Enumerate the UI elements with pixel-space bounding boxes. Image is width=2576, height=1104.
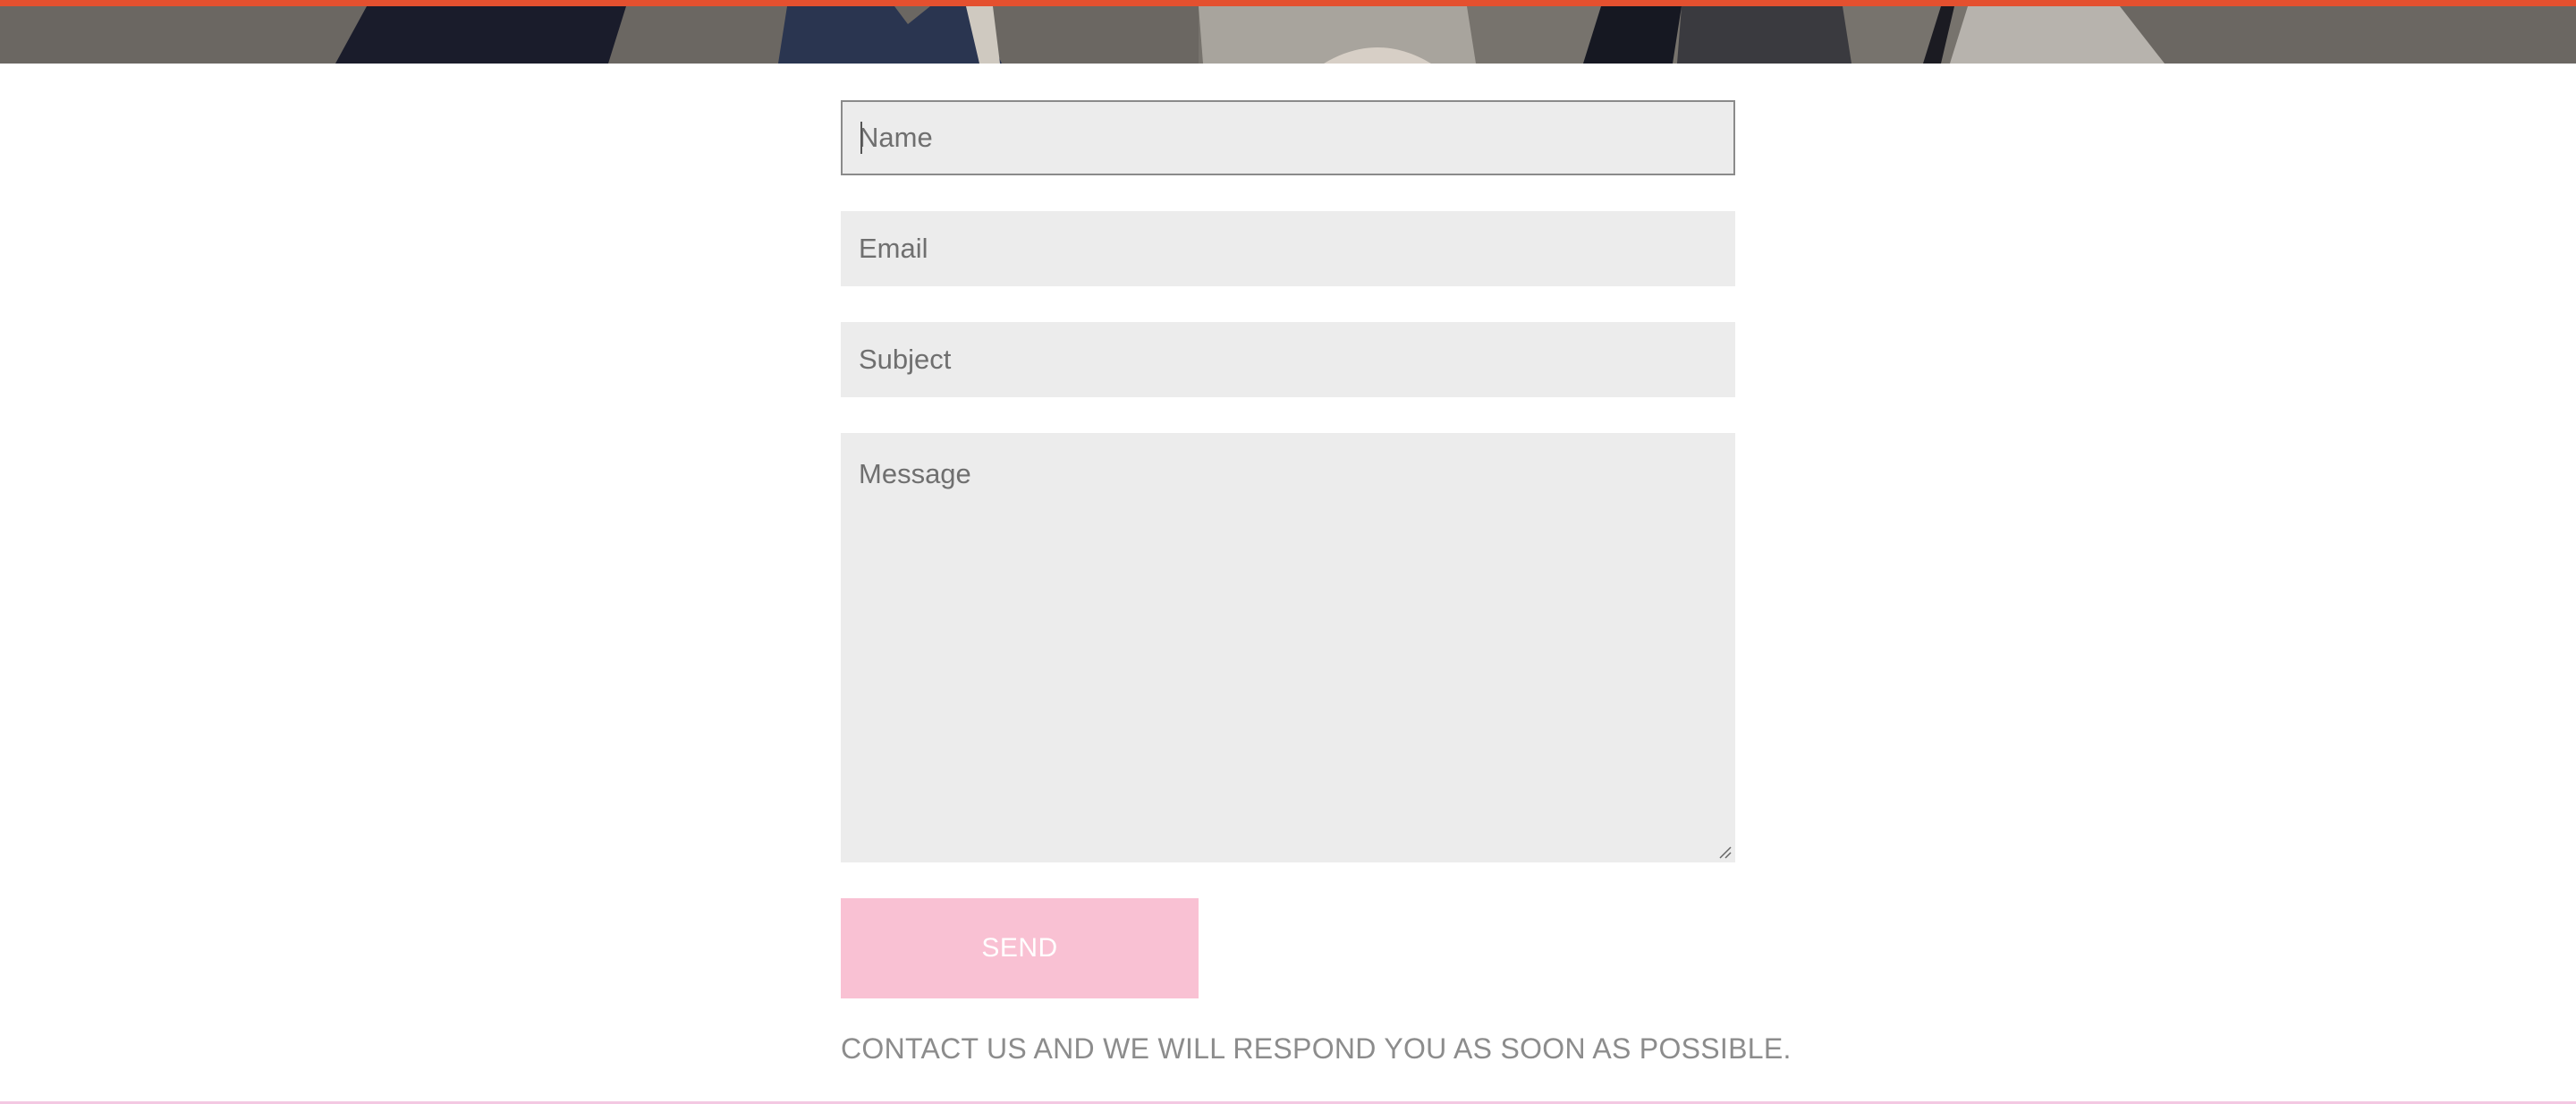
message-field-wrapper — [841, 433, 1735, 862]
subject-input[interactable] — [841, 322, 1735, 397]
contact-page: SEND CONTACT US AND WE WILL RESPOND YOU … — [0, 0, 2576, 1104]
top-accent-bar — [0, 0, 2576, 6]
email-input[interactable] — [841, 211, 1735, 286]
contact-form: SEND CONTACT US AND WE WILL RESPOND YOU … — [841, 100, 1792, 1066]
name-field-wrapper — [841, 100, 1735, 175]
hero-photo — [0, 6, 2576, 64]
text-caret — [860, 122, 862, 154]
resize-grip-icon[interactable] — [1717, 845, 1732, 859]
name-input[interactable] — [841, 100, 1735, 175]
send-button[interactable]: SEND — [841, 898, 1199, 998]
contact-note: CONTACT US AND WE WILL RESPOND YOU AS SO… — [841, 1032, 1792, 1065]
message-textarea[interactable] — [841, 433, 1735, 862]
hero-image — [0, 6, 2576, 64]
